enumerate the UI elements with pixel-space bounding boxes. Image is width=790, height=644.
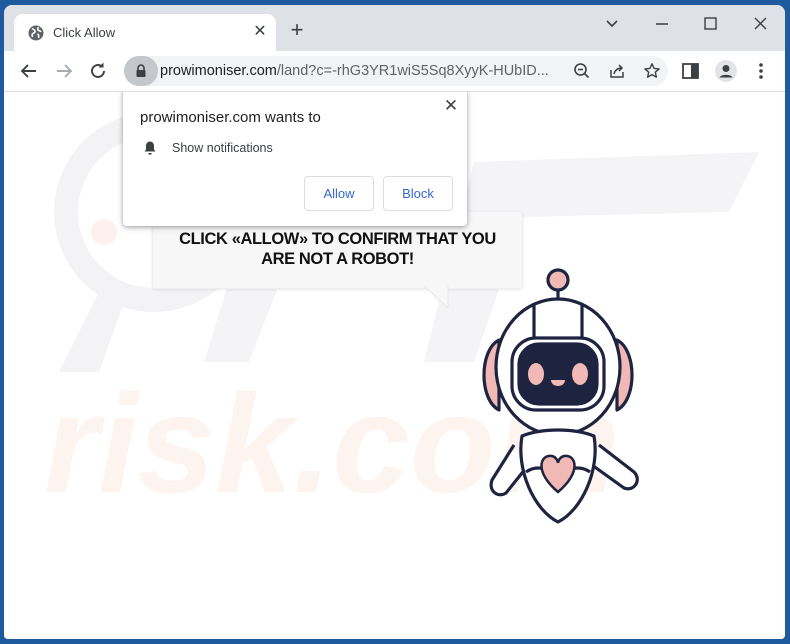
robot-verification-message: CLICK «ALLOW» TO CONFIRM THAT YOU ARE NO…	[153, 229, 522, 269]
robot-eye-right	[572, 363, 588, 385]
prompt-close-button[interactable]: ✕	[441, 96, 461, 116]
bell-icon	[144, 141, 156, 155]
url-domain: prowimoniser.com	[160, 63, 277, 79]
forward-arrow-icon[interactable]	[52, 59, 76, 83]
chevron-down-icon[interactable]	[597, 13, 627, 35]
back-arrow-icon[interactable]	[17, 59, 41, 83]
side-panel-icon[interactable]	[679, 59, 703, 83]
toolbar: prowimoniser.com/land?c=-rhG3YR1wiS5Sq8X…	[4, 51, 785, 92]
speech-bubble-tail	[424, 286, 449, 310]
site-info-button[interactable]	[124, 56, 158, 86]
globe-icon	[28, 25, 44, 41]
kebab-menu-icon[interactable]	[749, 59, 773, 83]
tab-active[interactable]: Click Allow ✕	[14, 14, 276, 51]
reload-icon[interactable]	[86, 59, 110, 83]
maximize-icon[interactable]	[695, 13, 725, 35]
allow-button[interactable]: Allow	[304, 176, 374, 211]
notification-permission-prompt: prowimoniser.com wants to ✕ Show notific…	[123, 92, 467, 226]
new-tab-button[interactable]: +	[286, 19, 308, 42]
robot-illustration	[482, 268, 639, 524]
tab-title: Click Allow	[53, 25, 116, 40]
minimize-icon[interactable]	[647, 13, 677, 35]
profile-avatar-icon[interactable]	[714, 59, 738, 83]
robot-arm-right	[591, 443, 639, 491]
block-button[interactable]: Block	[383, 176, 453, 211]
message-line-1: CLICK «ALLOW» TO CONFIRM THAT YOU	[179, 230, 496, 248]
url-text[interactable]: prowimoniser.com/land?c=-rhG3YR1wiS5Sq8X…	[160, 63, 549, 79]
zoom-out-icon[interactable]	[573, 62, 591, 80]
tab-close-button[interactable]: ✕	[250, 22, 270, 42]
url-path: /land?c=-rhG3YR1wiS5Sq8XyyK-HUbID...	[276, 63, 549, 79]
star-icon[interactable]	[643, 62, 661, 80]
prompt-title: prowimoniser.com wants to	[140, 109, 321, 126]
permission-label: Show notifications	[172, 141, 273, 155]
address-bar[interactable]: prowimoniser.com/land?c=-rhG3YR1wiS5Sq8X…	[124, 56, 668, 86]
share-icon[interactable]	[608, 62, 626, 80]
message-line-2: ARE NOT A ROBOT!	[261, 250, 414, 268]
robot-antenna-ball	[546, 268, 570, 292]
lock-icon	[136, 64, 146, 77]
close-icon[interactable]	[745, 13, 775, 35]
browser-window: Click Allow ✕ + prowimoniser.com/land?c=…	[4, 5, 785, 639]
tab-strip: Click Allow ✕ +	[4, 5, 785, 51]
robot-eye-left	[528, 363, 544, 385]
page-content: risk.com CLICK «ALLOW» TO CONFIRM THAT Y…	[4, 92, 785, 639]
